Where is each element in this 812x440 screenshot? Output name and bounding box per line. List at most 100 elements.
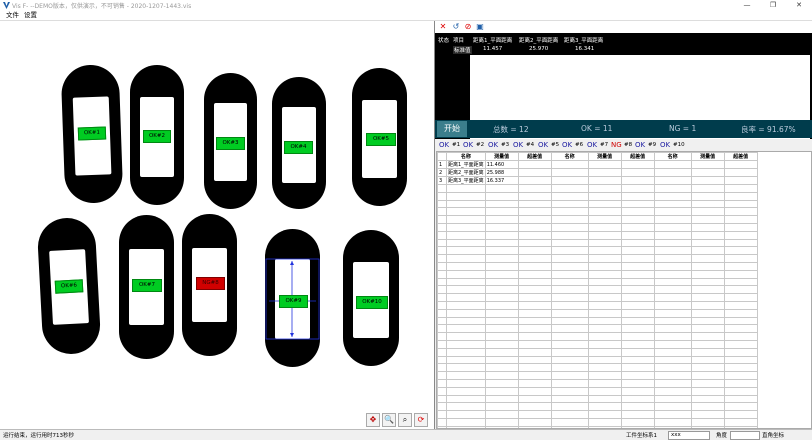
image-view[interactable]: OK#1 OK#2 OK#3 OK#4 OK#5 OK#6 OK#7 NG#8 <box>0 21 435 429</box>
refresh-icon[interactable]: ⟳ <box>414 413 428 427</box>
menu-bar: 文件 设置 <box>0 11 812 21</box>
result-label-6: OK#6 <box>54 279 84 294</box>
part-capsule-7: OK#7 <box>119 215 174 359</box>
row-name: 距离1_平面距离 <box>446 160 486 169</box>
result-label-8: NG#8 <box>196 277 225 290</box>
summary-table-header: 状态 项目 距离1_平面距离 距离2_平面距离 距离3_平面距离 <box>437 35 810 45</box>
result-toolbar: ✕ ↺ ⊘ ▣ <box>435 21 812 33</box>
table-row[interactable] <box>437 269 758 279</box>
result-label-4: OK#4 <box>284 141 313 154</box>
flag-num: #1 <box>452 142 461 148</box>
table-row[interactable] <box>437 207 758 217</box>
flag-num: #7 <box>600 142 609 148</box>
table-row[interactable] <box>437 254 758 263</box>
table-row[interactable] <box>437 371 758 380</box>
table-row[interactable] <box>437 184 758 193</box>
corner-coord-label: 直角坐标 <box>762 433 785 439</box>
table-row[interactable] <box>437 285 758 295</box>
standard-value-row: 标准值 11.457 25.970 16.341 <box>437 45 810 55</box>
table-row[interactable] <box>437 222 758 232</box>
table-row[interactable]: 2 距离2_平面距离 25.988 <box>437 168 758 177</box>
app-logo-icon <box>3 2 10 9</box>
table-row[interactable] <box>437 402 758 412</box>
header-item: 项目 <box>453 38 465 44</box>
close-button[interactable]: ✕ <box>786 0 812 11</box>
table-row[interactable] <box>437 417 758 427</box>
flag-text: OK <box>439 141 450 149</box>
table-row[interactable] <box>437 339 758 349</box>
flag-text: OK <box>587 141 598 149</box>
flag-num: #6 <box>575 142 584 148</box>
table-row[interactable] <box>437 378 758 388</box>
measurement-grid[interactable]: 名称 测量值 超差值 名称 测量值 超差值 名称 测量值 超差值 1 距离1_平… <box>436 151 812 429</box>
stop-icon[interactable]: ⊘ <box>463 22 473 32</box>
settings-icon[interactable]: ▣ <box>475 22 485 32</box>
header-distance-1: 距离1_平面距离 <box>473 38 513 44</box>
status-message: 运行结束，运行用时713秒秒 <box>3 433 74 439</box>
coord-value: xxx <box>671 432 681 438</box>
table-row[interactable] <box>437 324 758 334</box>
table-row[interactable] <box>437 277 758 287</box>
table-row[interactable] <box>437 363 758 373</box>
header-distance-3: 距离3_平面距离 <box>564 38 604 44</box>
undo-icon[interactable]: ↺ <box>451 22 461 32</box>
maximize-button[interactable]: ❐ <box>760 0 786 11</box>
part-capsule-8: NG#8 <box>182 214 237 356</box>
measurement-table: 名称 测量值 超差值 名称 测量值 超差值 名称 测量值 超差值 1 距离1_平… <box>437 152 758 428</box>
stats-bar: 开始 总数 = 12 OK = 11 NG = 1 良率 = 91.67% <box>435 120 812 138</box>
table-row[interactable] <box>437 347 758 357</box>
table-row[interactable]: 3 距离3_平面距离 16.337 <box>437 176 758 185</box>
move-icon[interactable]: ✥ <box>366 413 380 427</box>
table-row[interactable] <box>437 238 758 248</box>
menu-settings[interactable]: 设置 <box>24 11 37 20</box>
table-row[interactable] <box>437 355 758 365</box>
table-row[interactable] <box>437 410 758 419</box>
flag-text: OK <box>562 141 573 149</box>
table-row[interactable] <box>437 386 758 396</box>
flag-text: OK <box>635 141 646 149</box>
table-row[interactable] <box>437 300 758 310</box>
table-row[interactable] <box>437 199 758 209</box>
start-button[interactable]: 开始 <box>437 121 467 137</box>
row-index: 2 <box>437 168 447 177</box>
status-bar: 运行结束，运行用时713秒秒 工件坐标系1 xxx 角度 直角坐标 <box>0 429 812 440</box>
total-count: 总数 = 12 <box>493 125 529 134</box>
grid-header-cell: 名称 <box>550 152 589 161</box>
table-row[interactable] <box>437 332 758 341</box>
grid-header-cell: 名称 <box>653 152 692 161</box>
part-status-row: OK #1 OK #2 OK #3 OK #4 OK #5 OK #6 OK #7 NG #8 … <box>435 141 812 151</box>
flag-num: #5 <box>551 142 560 148</box>
result-label-5: OK#5 <box>366 133 396 146</box>
table-row[interactable]: 1 距离1_平面距离 11.460 <box>437 160 758 169</box>
grid-header-cell: 测量值 <box>690 152 725 161</box>
table-row[interactable] <box>437 261 758 271</box>
zoom-in-icon[interactable]: 🔍 <box>382 413 396 427</box>
header-status: 状态 <box>438 38 450 44</box>
menu-file[interactable]: 文件 <box>6 11 19 20</box>
flag-text: OK <box>660 141 671 149</box>
row-index: 1 <box>437 160 447 169</box>
table-row[interactable] <box>437 246 758 256</box>
flag-text: OK <box>488 141 499 149</box>
table-row[interactable] <box>437 394 758 404</box>
title-bar: Vis F- --DEMO版本，仅供演示，不可销售 - 2020-1207-14… <box>0 0 812 11</box>
row-value: 16.337 <box>484 176 519 185</box>
part-capsule-5: OK#5 <box>352 68 407 206</box>
row-name: 距离3_平面距离 <box>446 176 486 185</box>
standard-value-3: 16.341 <box>575 46 595 52</box>
grid-header-row: 名称 测量值 超差值 名称 测量值 超差值 名称 测量值 超差值 <box>437 152 758 161</box>
table-row[interactable] <box>437 308 758 318</box>
table-row[interactable] <box>437 316 758 326</box>
flag-text: OK <box>513 141 524 149</box>
minimize-button[interactable]: — <box>734 0 760 11</box>
row-index: 3 <box>437 176 447 185</box>
table-row[interactable] <box>437 230 758 240</box>
table-row[interactable] <box>437 191 758 201</box>
zoom-fit-icon[interactable]: ⌕ <box>398 413 412 427</box>
table-row[interactable] <box>437 215 758 224</box>
table-row[interactable] <box>437 293 758 302</box>
grid-header-cell: 名称 <box>446 152 486 161</box>
flag-num: #10 <box>673 142 685 148</box>
flag-num: #3 <box>501 142 510 148</box>
delete-icon[interactable]: ✕ <box>438 22 448 32</box>
